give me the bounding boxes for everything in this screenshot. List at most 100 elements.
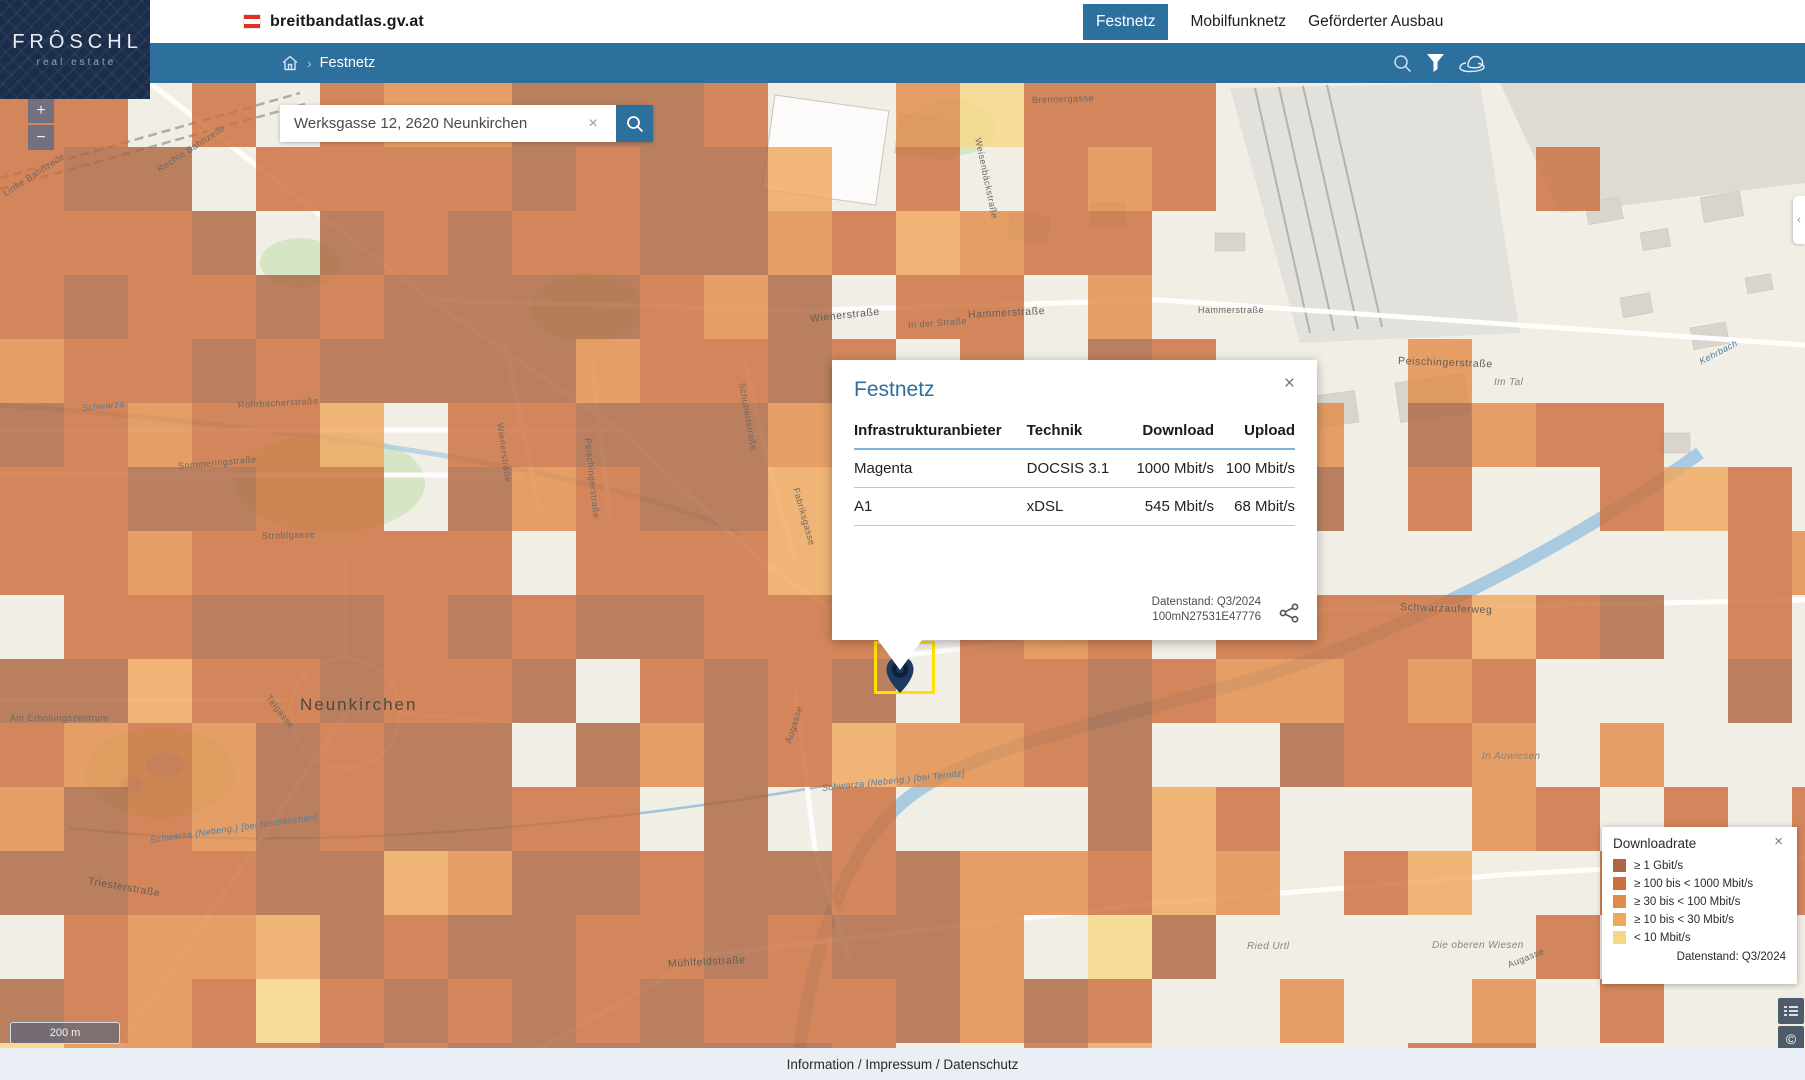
raster-cell	[512, 915, 576, 979]
raster-cell	[1472, 787, 1536, 851]
table-cell: 545 Mbit/s	[1123, 488, 1214, 526]
legend-datenstand: Datenstand: Q3/2024	[1613, 951, 1786, 963]
raster-cell	[1536, 403, 1600, 467]
raster-cell	[64, 723, 128, 787]
map-canvas[interactable]: NeunkirchenHammerstraßeWienerstraßeIn de…	[0, 83, 1805, 1048]
logo-text: FRÔSCHL	[12, 31, 143, 54]
legend-swatch	[1613, 913, 1626, 926]
raster-cell	[640, 851, 704, 915]
chevron-left-icon: ‹	[1797, 214, 1801, 226]
panel-collapse-tab[interactable]: ‹	[1793, 196, 1805, 244]
raster-cell	[768, 403, 832, 467]
raster-cell	[1344, 723, 1408, 787]
raster-cell	[768, 659, 832, 723]
raster-cell	[768, 339, 832, 403]
breadcrumb-current[interactable]: Festnetz	[320, 55, 376, 71]
search-clear-icon[interactable]: ×	[579, 105, 607, 142]
filter-icon[interactable]	[1427, 54, 1444, 72]
austria-flag-icon	[243, 14, 261, 29]
raster-cell	[512, 403, 576, 467]
brand[interactable]: breitbandatlas.gv.at	[243, 0, 424, 43]
copyright-button[interactable]: ©	[1778, 1026, 1804, 1048]
raster-cell	[576, 979, 640, 1043]
raster-cell	[1088, 723, 1152, 787]
raster-cell	[448, 339, 512, 403]
raster-cell	[320, 915, 384, 979]
raster-cell	[320, 723, 384, 787]
share-icon[interactable]	[1279, 603, 1301, 626]
raster-cell	[896, 275, 960, 339]
raster-cell	[0, 211, 64, 275]
legend-close-icon[interactable]: ×	[1768, 832, 1789, 851]
nav-item-festnetz[interactable]: Festnetz	[1083, 4, 1168, 40]
zoom-in-button[interactable]: +	[28, 98, 54, 123]
raster-cell	[576, 723, 640, 787]
raster-cell	[832, 723, 896, 787]
raster-cell	[1408, 723, 1472, 787]
raster-cell	[0, 467, 64, 531]
raster-cell	[1600, 403, 1664, 467]
raster-cell	[1600, 595, 1664, 659]
search-button[interactable]	[616, 105, 653, 142]
raster-cell	[192, 531, 256, 595]
raster-cell	[704, 851, 768, 915]
legend-swatch	[1613, 931, 1626, 944]
search-tool-icon[interactable]	[1393, 54, 1412, 73]
raster-cell	[1152, 787, 1216, 851]
scale-bar: 200 m	[10, 1022, 120, 1044]
column-header: Download	[1123, 416, 1214, 449]
raster-cell	[64, 211, 128, 275]
raster-cell	[256, 723, 320, 787]
nav-item-mobilfunknetz[interactable]: Mobilfunknetz	[1190, 13, 1286, 31]
zoom-out-button[interactable]: −	[28, 125, 54, 150]
raster-cell	[1088, 147, 1152, 211]
search-input[interactable]	[280, 105, 616, 142]
raster-cell	[1344, 851, 1408, 915]
raster-cell	[1088, 851, 1152, 915]
raster-cell	[1472, 979, 1536, 1043]
raster-cell	[576, 915, 640, 979]
raster-cell	[512, 339, 576, 403]
raster-cell	[192, 467, 256, 531]
raster-cell	[256, 467, 320, 531]
raster-cell	[640, 915, 704, 979]
raster-cell	[512, 467, 576, 531]
raster-cell	[1472, 595, 1536, 659]
footer-links[interactable]: Information / Impressum / Datenschutz	[787, 1057, 1019, 1072]
raster-cell	[768, 595, 832, 659]
raster-cell	[1152, 915, 1216, 979]
home-icon[interactable]	[281, 54, 299, 72]
legend-swatch	[1613, 877, 1626, 890]
raster-cell	[0, 723, 64, 787]
raster-cell	[1408, 403, 1472, 467]
raster-cell	[192, 659, 256, 723]
raster-cell	[192, 275, 256, 339]
legend-title: Downloadrate	[1613, 836, 1786, 851]
popup-close-icon[interactable]: ×	[1278, 372, 1301, 396]
copyright-icon: ©	[1786, 1031, 1796, 1047]
raster-cell	[1152, 147, 1216, 211]
table-cell: DOCSIS 3.1	[1027, 449, 1124, 488]
raster-cell	[320, 467, 384, 531]
raster-cell	[384, 787, 448, 851]
raster-cell	[1408, 659, 1472, 723]
raster-cell	[384, 979, 448, 1043]
raster-cell	[1024, 147, 1088, 211]
layers-icon[interactable]	[1459, 54, 1485, 73]
table-cell: 1000 Mbit/s	[1123, 449, 1214, 488]
legend-toggle-button[interactable]	[1778, 998, 1804, 1024]
raster-cell	[768, 275, 832, 339]
raster-cell	[192, 211, 256, 275]
raster-cell	[1536, 147, 1600, 211]
nav-item-gef-rderter-ausbau[interactable]: Geförderter Ausbau	[1308, 13, 1443, 31]
raster-cell	[768, 851, 832, 915]
raster-cell	[1088, 787, 1152, 851]
zoom-controls: + −	[28, 98, 54, 150]
raster-cell	[128, 147, 192, 211]
table-row: A1xDSL545 Mbit/s68 Mbit/s	[854, 488, 1295, 526]
raster-cell	[1536, 787, 1600, 851]
raster-cell	[896, 979, 960, 1043]
raster-cell	[0, 403, 64, 467]
raster-cell	[832, 787, 896, 851]
raster-cell	[0, 787, 64, 851]
